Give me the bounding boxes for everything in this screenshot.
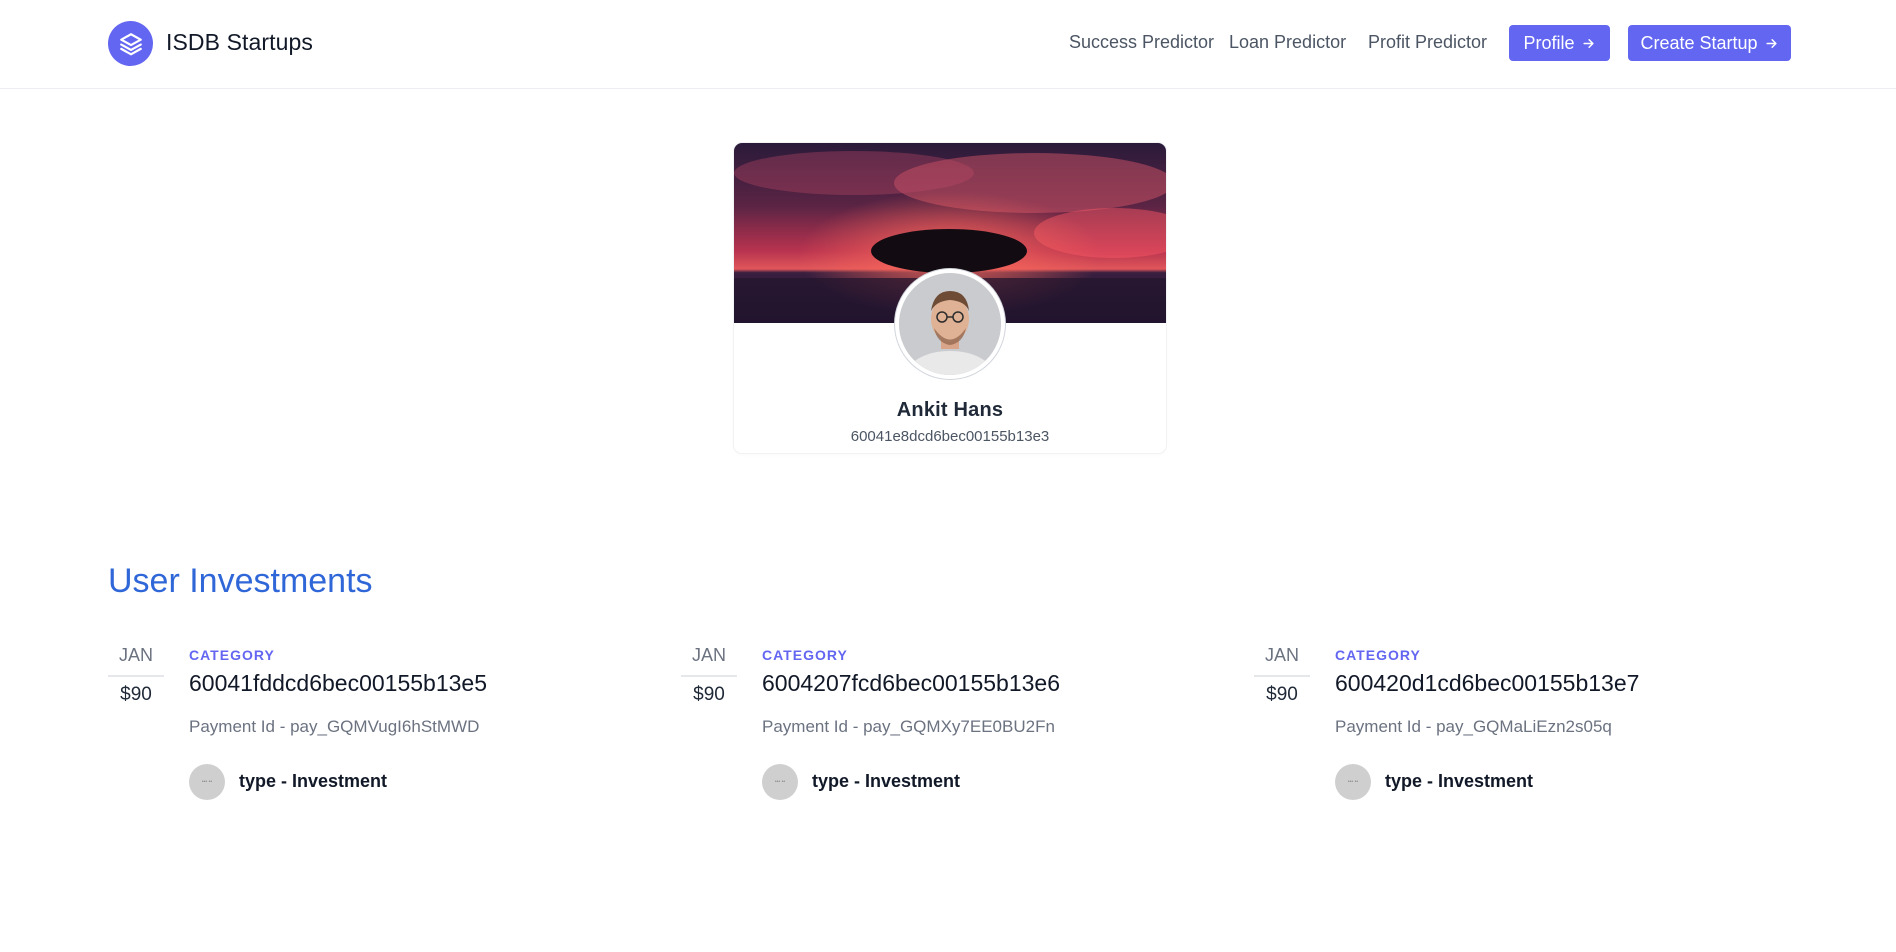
- arrow-right-icon: [1764, 36, 1779, 51]
- nav-profit-predictor[interactable]: Profit Predictor: [1368, 32, 1487, 53]
- type-avatar-placeholder: ••• ••: [1335, 764, 1371, 800]
- create-startup-button-label: Create Startup: [1640, 32, 1758, 53]
- investment-payment-id: Payment Id - pay_GQMaLiEzn2s05q: [1335, 717, 1612, 736]
- investment-payment-id: Payment Id - pay_GQMXy7EE0BU2Fn: [762, 717, 1055, 736]
- investment-title[interactable]: 600420d1cd6bec00155b13e7: [1335, 670, 1639, 697]
- profile-card: Ankit Hans 60041e8dcd6bec00155b13e3: [734, 143, 1166, 453]
- profile-button[interactable]: Profile: [1509, 25, 1610, 61]
- investment-amount: $90: [120, 684, 152, 705]
- investment-amount: $90: [1266, 684, 1298, 705]
- investment-payment-id: Payment Id - pay_GQMVugI6hStMWD: [189, 717, 480, 736]
- top-nav-bar: ISDB Startups Success Predictor Loan Pre…: [0, 0, 1896, 89]
- type-avatar-placeholder: ••• ••: [762, 764, 798, 800]
- investment-amount: $90: [693, 684, 725, 705]
- profile-button-label: Profile: [1523, 32, 1575, 53]
- create-startup-button[interactable]: Create Startup: [1628, 25, 1791, 61]
- investment-title[interactable]: 60041fddcd6bec00155b13e5: [189, 670, 487, 697]
- investment-type: type - Investment: [239, 771, 388, 791]
- user-avatar: [895, 269, 1005, 379]
- layers-logo-icon[interactable]: [108, 21, 153, 66]
- investment-category-label: CATEGORY: [762, 647, 848, 663]
- investment-type: type - Investment: [1385, 771, 1534, 791]
- brand-name[interactable]: ISDB Startups: [166, 29, 313, 56]
- nav-success-predictor[interactable]: Success Predictor: [1069, 32, 1214, 53]
- user-name: Ankit Hans: [896, 399, 1004, 421]
- investment-category-label: CATEGORY: [189, 647, 275, 663]
- investment-title[interactable]: 6004207fcd6bec00155b13e6: [762, 670, 1060, 697]
- investment-item: JAN $90 CATEGORY 60041fddcd6bec00155b13e…: [108, 645, 628, 805]
- investment-type: type - Investment: [812, 771, 961, 791]
- arrow-right-icon: [1581, 36, 1596, 51]
- investment-item: JAN $90 CATEGORY 6004207fcd6bec00155b13e…: [681, 645, 1201, 805]
- investment-month: JAN: [681, 645, 737, 677]
- investment-month: JAN: [108, 645, 164, 677]
- user-id: 60041e8dcd6bec00155b13e3: [850, 428, 1050, 445]
- investment-item: JAN $90 CATEGORY 600420d1cd6bec00155b13e…: [1254, 645, 1774, 805]
- nav-loan-predictor[interactable]: Loan Predictor: [1229, 32, 1346, 53]
- user-investments-heading: User Investments: [108, 562, 373, 600]
- investment-category-label: CATEGORY: [1335, 647, 1421, 663]
- type-avatar-placeholder: ••• ••: [189, 764, 225, 800]
- investment-month: JAN: [1254, 645, 1310, 677]
